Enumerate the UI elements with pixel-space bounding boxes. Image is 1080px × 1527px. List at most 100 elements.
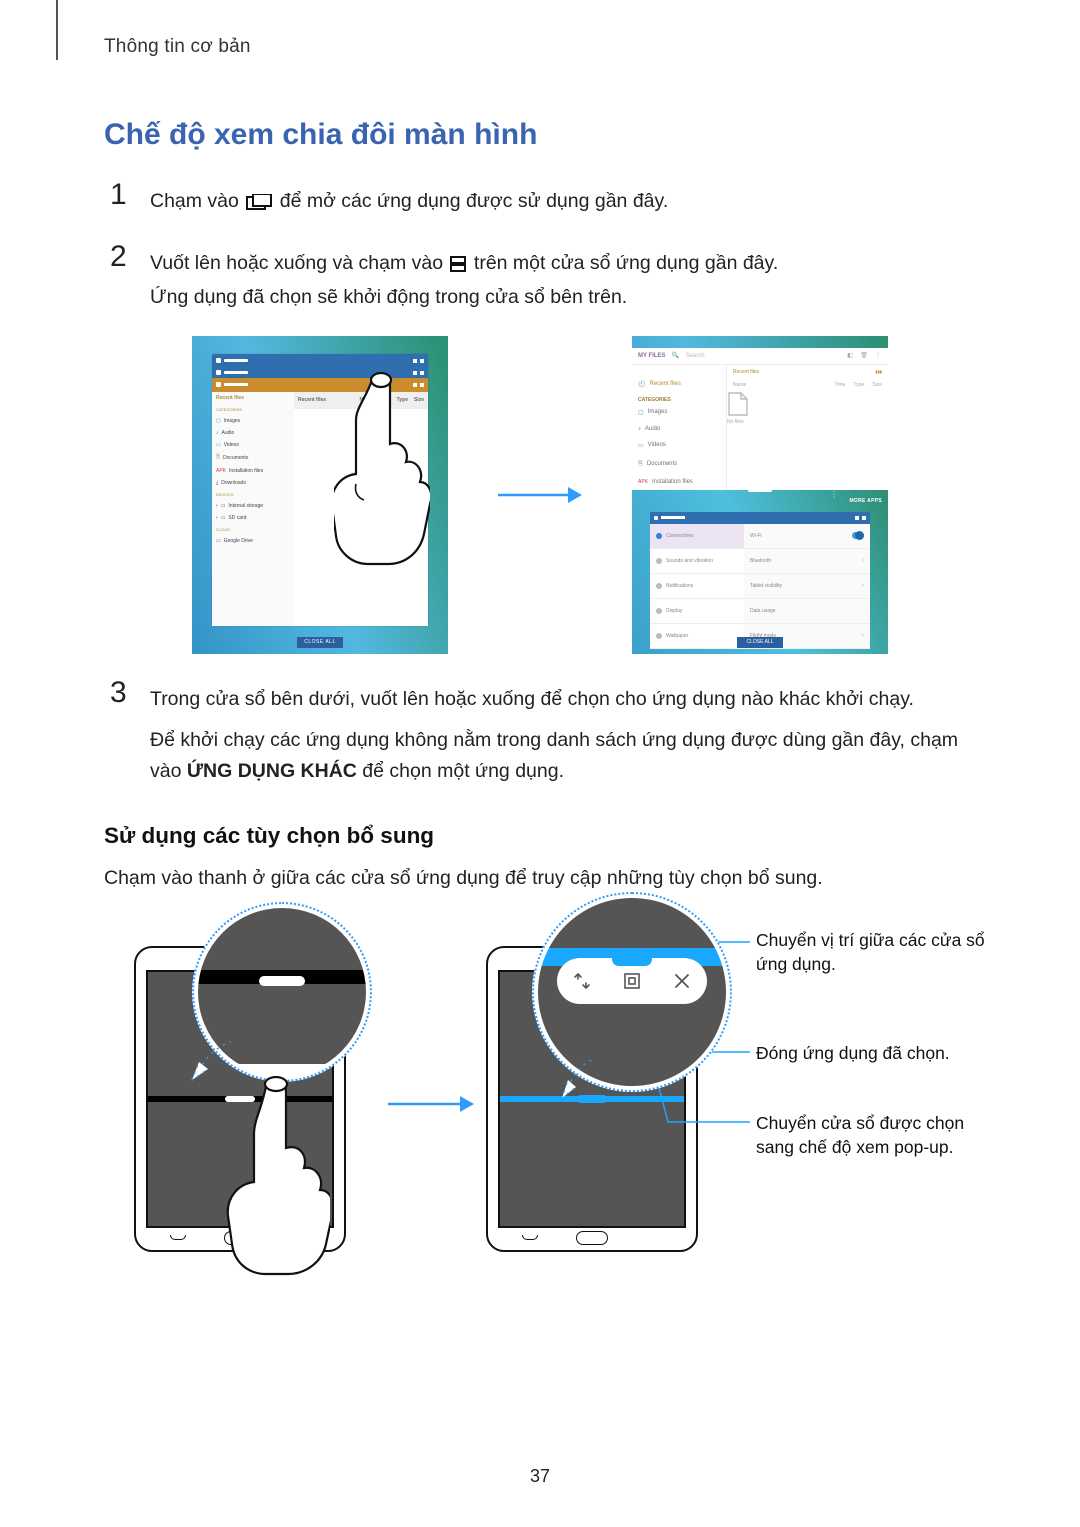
- step-body: Vuốt lên hoặc xuống và chạm vào trên một…: [150, 242, 970, 313]
- app-toolbar: MY FILES 🔍 Search ◧ 🗑 ⋮: [632, 348, 888, 365]
- step-text: trên một cửa sổ ứng dụng gần đây.: [474, 252, 778, 274]
- settings-item: Display: [650, 599, 744, 624]
- card-title: [661, 516, 685, 519]
- recent-card-settings: Connections Sounds and vibration Notific…: [650, 512, 870, 648]
- gear-icon: [654, 516, 658, 520]
- maximize-icon: [855, 516, 859, 520]
- sidebar-item: ›▭Internal storage: [212, 500, 294, 512]
- step-3: 3 Trong cửa sổ bên dưới, vuốt lên hoặc x…: [110, 678, 970, 788]
- sidebar-header: Recent files: [212, 392, 294, 404]
- category-images: ▢Images: [632, 404, 726, 421]
- status-bar: [632, 336, 888, 344]
- status-bar: [192, 336, 448, 344]
- settings-row: Bluetooth›: [744, 549, 870, 574]
- side-rule: [56, 0, 58, 60]
- callout-popup: Chuyển cửa sổ được chọn sang chế độ xem …: [756, 1112, 1006, 1159]
- section-header: CATEGORIES: [632, 393, 726, 404]
- split-view-icon: [413, 383, 417, 387]
- section-header: [632, 365, 726, 376]
- step-number: 1: [110, 180, 150, 220]
- bottom-window-picker: ⋮ MORE APPS Connections Sounds and vibra…: [632, 490, 888, 654]
- figure-split-screen: Recent files CATEGORIES ▢Images ♪Audio ▭…: [110, 336, 970, 654]
- body-text: Chạm vào thanh ở giữa các cửa sổ ứng dụn…: [104, 863, 970, 894]
- step-text-bold: ỨNG DỤNG KHÁC: [187, 760, 357, 782]
- step-text: Ứng dụng đã chọn sẽ khởi động trong cửa …: [150, 286, 627, 308]
- arrow-right-icon: [496, 483, 584, 507]
- file-icon: [350, 471, 372, 499]
- sidebar: Recent files CATEGORIES ▢Images ♪Audio ▭…: [212, 392, 294, 626]
- tablet-recent-apps: Recent files CATEGORIES ▢Images ♪Audio ▭…: [192, 336, 448, 654]
- sidebar-item: ⤓Downloads: [212, 477, 294, 489]
- empty-label: No files: [727, 419, 888, 425]
- hdr-title: Recent files: [733, 369, 759, 375]
- chevron-icon: ›: [862, 557, 864, 564]
- split-view-icon: [450, 251, 466, 282]
- categories-header: CATEGORIES: [212, 404, 294, 415]
- chevron-icon: ›: [862, 632, 864, 639]
- file-main: Recent files Name Time Type Size: [294, 392, 428, 626]
- search-icon: 🔍: [672, 352, 680, 360]
- settings-item: Notifications: [650, 574, 744, 599]
- recent-apps-icon: [246, 189, 272, 220]
- settings-detail: Wi-Fi Bluetooth› Tablet visibility› Data…: [744, 524, 870, 648]
- zoom-bubble: [192, 902, 372, 1082]
- close-icon: [420, 383, 424, 387]
- more-icon: ⋮: [830, 493, 836, 497]
- section-title: Chế độ xem chia đôi màn hình: [104, 118, 970, 152]
- settings-item: Wallpaper: [650, 624, 744, 649]
- handle-blue: [612, 952, 652, 966]
- toggle-switch: [852, 532, 864, 539]
- chevron-icon: ›: [862, 582, 864, 589]
- file-main: Recent files ▮▮▮ Name Time Type Size N: [726, 365, 888, 490]
- trash-icon: 🗑: [860, 352, 868, 360]
- category-apk: APKInstallation files: [632, 474, 726, 490]
- step-text: Chạm vào: [150, 190, 244, 212]
- settings-row: Data usage: [744, 599, 870, 624]
- more-icon: ⋮: [874, 352, 882, 360]
- sidebar-item: ›▭SD card: [212, 512, 294, 524]
- callout-swap: Chuyển vị trí giữa các cửa sổ ứng dụng.: [756, 929, 1006, 976]
- step-text: để mở các ứng dụng được sử dụng gần đây.: [280, 190, 669, 212]
- empty-label: No files: [294, 527, 428, 532]
- document-page: Thông tin cơ bản Chế độ xem chia đôi màn…: [0, 0, 1080, 1527]
- category-recent: 🕘Recent files: [632, 376, 726, 393]
- cloud-header: CLOUD: [212, 524, 294, 535]
- step-text: Vuốt lên hoặc xuống và chạm vào: [150, 252, 448, 274]
- sidebar-item: 🗎Documents: [212, 451, 294, 465]
- bubble-tail-icon: [542, 1052, 602, 1112]
- devices-header: DEVICES: [212, 489, 294, 500]
- step-text: Trong cửa sổ bên dưới, vuốt lên hoặc xuố…: [150, 688, 914, 710]
- file-manager: Recent files CATEGORIES ▢Images ♪Audio ▭…: [212, 392, 428, 626]
- step-number: 3: [110, 678, 150, 788]
- app-title: MY FILES: [638, 353, 666, 359]
- bubble-tail-icon: [178, 1036, 238, 1096]
- settings-item: Connections: [650, 524, 744, 549]
- step-2: 2 Vuốt lên hoặc xuống và chạm vào trên m…: [110, 242, 970, 313]
- sidebar-item: ▭Videos: [212, 439, 294, 451]
- close-all-button[interactable]: CLOSE ALL: [737, 637, 783, 648]
- close-icon: [862, 516, 866, 520]
- tablet-split-view: MY FILES 🔍 Search ◧ 🗑 ⋮ 🕘Recent files CA…: [632, 336, 888, 654]
- category-videos: ▭Videos: [632, 437, 726, 454]
- settings-item: Sounds and vibration: [650, 549, 744, 574]
- figure-toolbar-options: Chuyển vị trí giữa các cửa sổ ứng dụng. …: [104, 926, 892, 1296]
- settings-row: Wi-Fi: [744, 524, 870, 549]
- step-body: Chạm vào để mở các ứng dụng được sử dụng…: [150, 180, 970, 220]
- sidebar-item: APKInstallation files: [212, 465, 294, 477]
- step-body: Trong cửa sổ bên dưới, vuốt lên hoặc xuố…: [150, 678, 970, 788]
- close-all-button[interactable]: CLOSE ALL: [297, 637, 343, 648]
- file-icon: [727, 391, 888, 419]
- card-stack: Recent files CATEGORIES ▢Images ♪Audio ▭…: [212, 354, 428, 622]
- sidebar-item: ▭Google Drive: [212, 535, 294, 547]
- settings-sidebar: Connections Sounds and vibration Notific…: [650, 524, 744, 648]
- step-1: 1 Chạm vào để mở các ứng dụng được sử dụ…: [110, 180, 970, 220]
- sub-heading: Sử dụng các tùy chọn bổ sung: [104, 823, 970, 849]
- more-apps-button[interactable]: MORE APPS: [849, 498, 882, 504]
- page-number: 37: [0, 1466, 1080, 1487]
- category-audio: ♪Audio: [632, 421, 726, 437]
- categories-sidebar: 🕘Recent files CATEGORIES ▢Images ♪Audio …: [632, 365, 726, 490]
- category-documents: 🗎Documents: [632, 454, 726, 474]
- step-text: để chọn một ứng dụng.: [362, 760, 564, 782]
- breadcrumb: Thông tin cơ bản: [104, 36, 970, 58]
- settings-row: Tablet visibility›: [744, 574, 870, 599]
